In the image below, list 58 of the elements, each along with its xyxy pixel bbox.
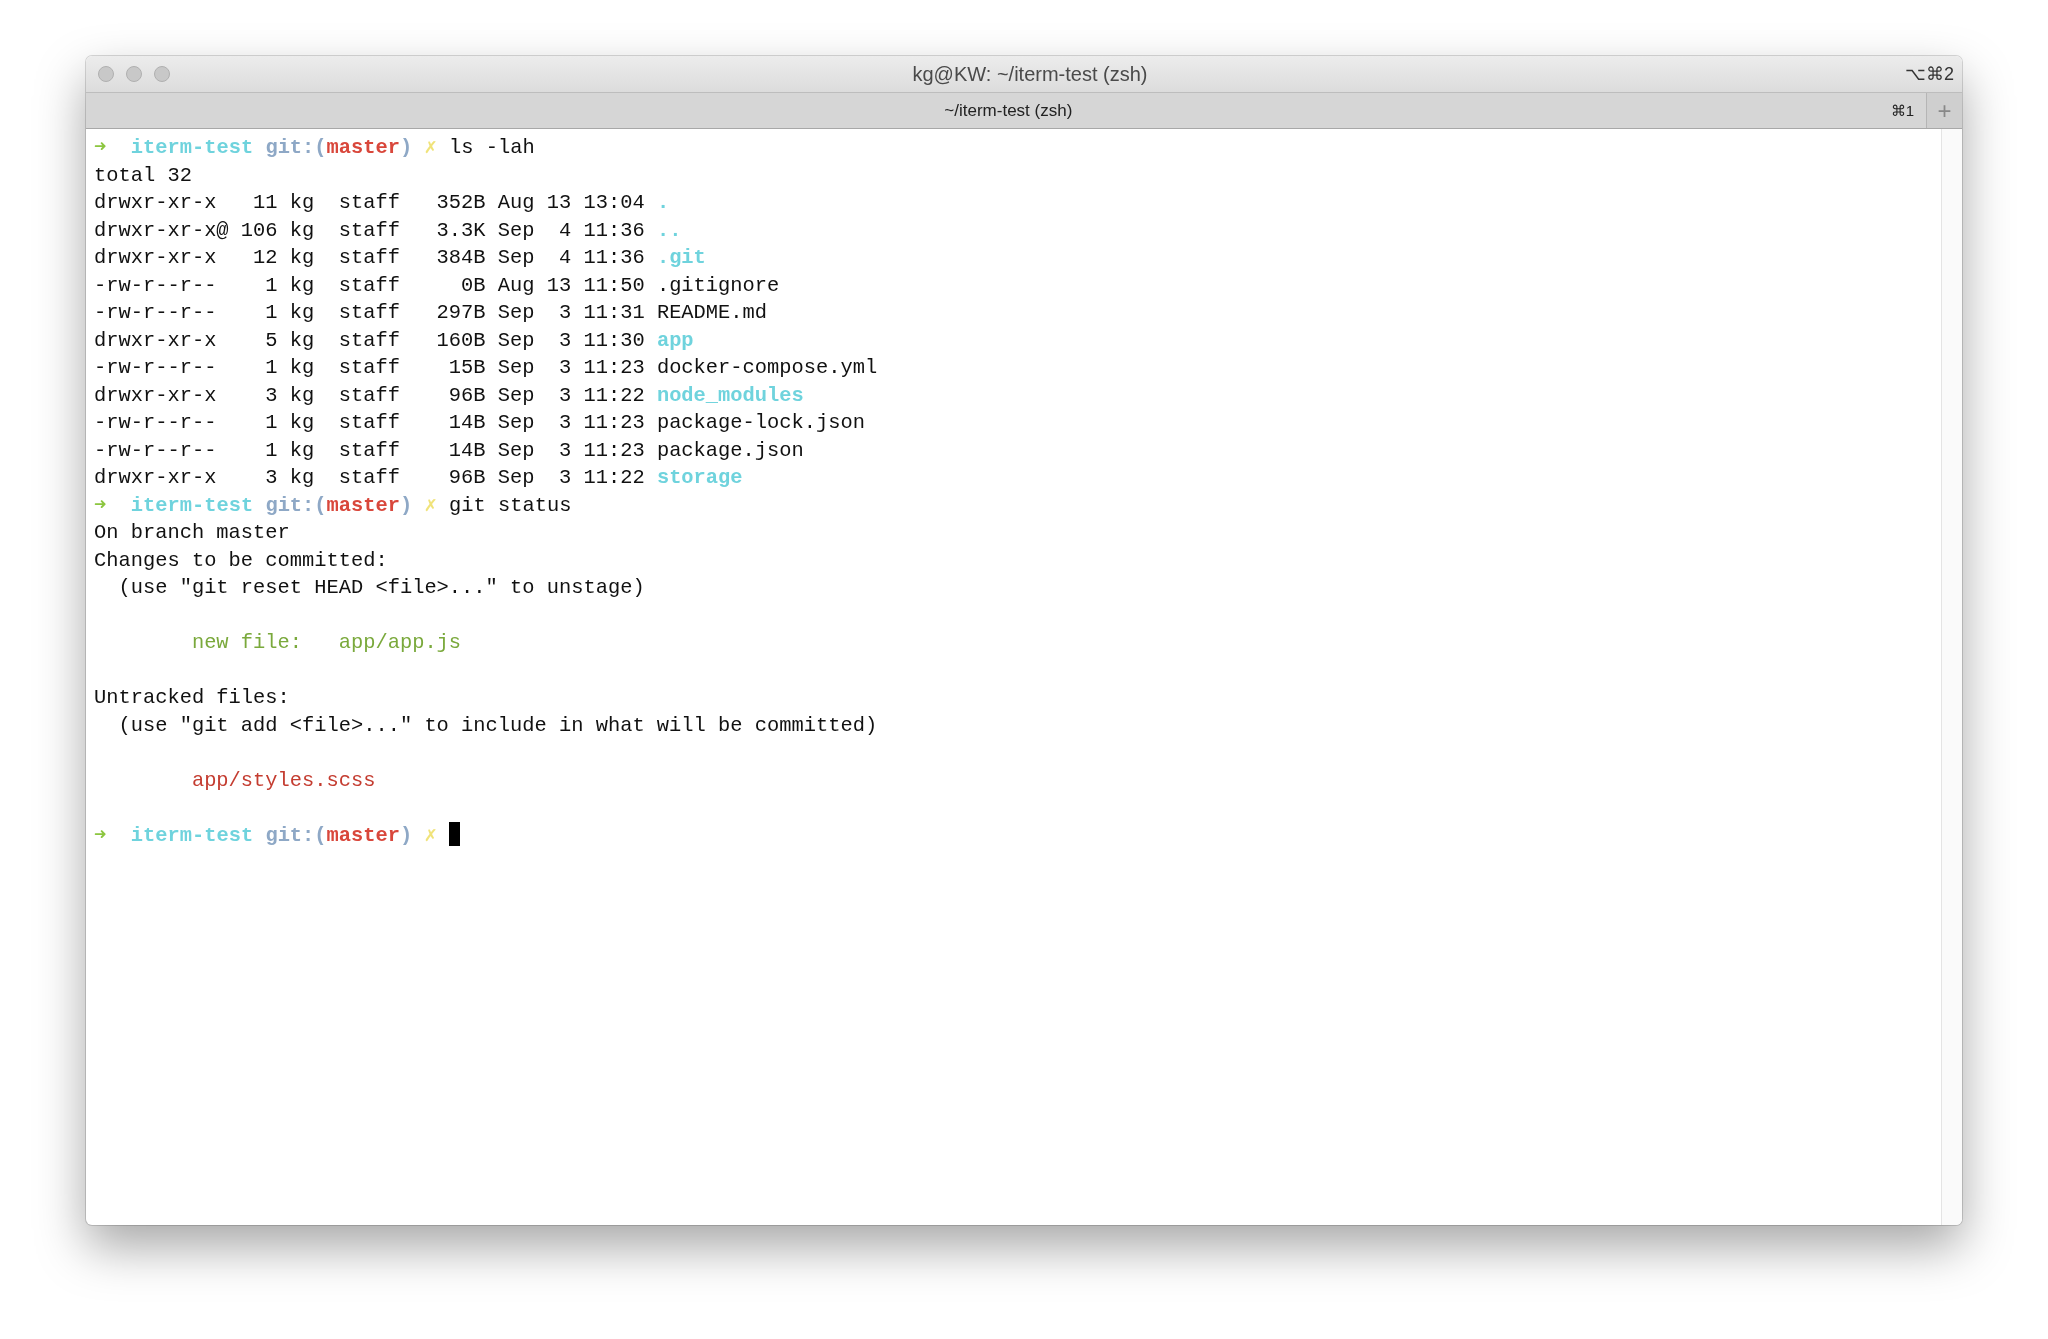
git-branch: master <box>326 493 400 517</box>
tab[interactable]: ~/iterm-test (zsh) ⌘1 <box>86 93 1926 128</box>
terminal-text: -rw-r--r-- 1 kg staff 14B Sep 3 11:23 <box>94 438 645 462</box>
zoom-button[interactable] <box>154 66 170 82</box>
tab-label: ~/iterm-test (zsh) <box>943 100 1074 121</box>
file-name: docker-compose.yml <box>656 356 878 379</box>
terminal-text: drwxr-xr-x 12 kg staff 384B Sep 4 11:36 <box>94 246 645 269</box>
git-label: ) <box>400 136 413 159</box>
prompt-directory: iterm-test <box>130 136 254 159</box>
untracked-file: app/styles.scss <box>190 768 376 792</box>
file-name: package.json <box>656 438 804 462</box>
git-label: git:( <box>265 136 327 159</box>
git-branch: master <box>326 823 400 847</box>
terminal-text: drwxr-xr-x 11 kg staff 352B Aug 13 13:04 <box>94 191 645 214</box>
staged-file: new file: app/app.js <box>190 631 462 654</box>
folder-name: app <box>656 328 694 352</box>
terminal-text: -rw-r--r-- 1 kg staff 14B Sep 3 11:23 <box>94 411 645 434</box>
window-shortcut: ⌥⌘2 <box>1904 63 1955 85</box>
git-label: git:( <box>265 823 327 847</box>
file-name: .gitignore <box>656 273 780 297</box>
terminal-text: (use "git add <file>..." to include in what will be committed) <box>117 713 878 737</box>
prompt-directory: iterm-test <box>130 823 254 847</box>
minimize-button[interactable] <box>126 66 142 82</box>
folder-name: .. <box>656 218 682 242</box>
terminal-text: drwxr-xr-x 3 kg staff 96B Sep 3 11:22 <box>94 383 645 407</box>
file-name: README.md <box>656 301 768 324</box>
close-button[interactable] <box>98 66 114 82</box>
terminal-text: ls -lah <box>449 136 535 159</box>
folder-name: .git <box>656 246 706 269</box>
terminal-text: -rw-r--r-- 1 kg staff 15B Sep 3 11:23 <box>94 356 645 379</box>
terminal-text: total 32 <box>94 163 192 187</box>
dirty-marker: ✗ <box>424 823 437 847</box>
terminal-text: -rw-r--r-- 1 kg staff 0B Aug 13 11:50 <box>94 273 645 297</box>
dirty-marker: ✗ <box>424 493 437 517</box>
terminal-text: (use "git reset HEAD <file>..." to unstage) <box>117 576 645 599</box>
terminal-text: Untracked files: <box>94 686 290 709</box>
terminal-text: drwxr-xr-x 5 kg staff 160B Sep 3 11:30 <box>94 328 645 352</box>
prompt-arrow: ➜ <box>94 823 107 847</box>
terminal-text: drwxr-xr-x@ 106 kg staff 3.3K Sep 4 11:36 <box>94 218 645 242</box>
git-label: git:( <box>265 493 327 517</box>
terminal-text: Changes to be committed: <box>94 548 388 572</box>
prompt-arrow: ➜ <box>94 136 107 159</box>
git-branch: master <box>326 136 400 159</box>
folder-name: . <box>656 191 670 214</box>
terminal-text: -rw-r--r-- 1 kg staff 297B Sep 3 11:31 <box>94 301 645 324</box>
prompt-arrow: ➜ <box>94 493 107 517</box>
terminal-text: On branch master <box>94 521 290 544</box>
folder-name: storage <box>656 466 743 489</box>
terminal-text: drwxr-xr-x 3 kg staff 96B Sep 3 11:22 <box>94 466 645 489</box>
git-label: ) <box>400 493 413 517</box>
folder-name: node_modules <box>656 383 804 407</box>
dirty-marker: ✗ <box>424 136 437 159</box>
tab-shortcut: ⌘1 <box>1890 101 1914 120</box>
file-name: package-lock.json <box>656 411 865 434</box>
terminal-text: git status <box>449 493 572 517</box>
git-label: ) <box>400 823 413 847</box>
prompt-directory: iterm-test <box>130 493 254 517</box>
window-title: kg@KW: ~/iterm-test (zsh) <box>912 62 1148 85</box>
